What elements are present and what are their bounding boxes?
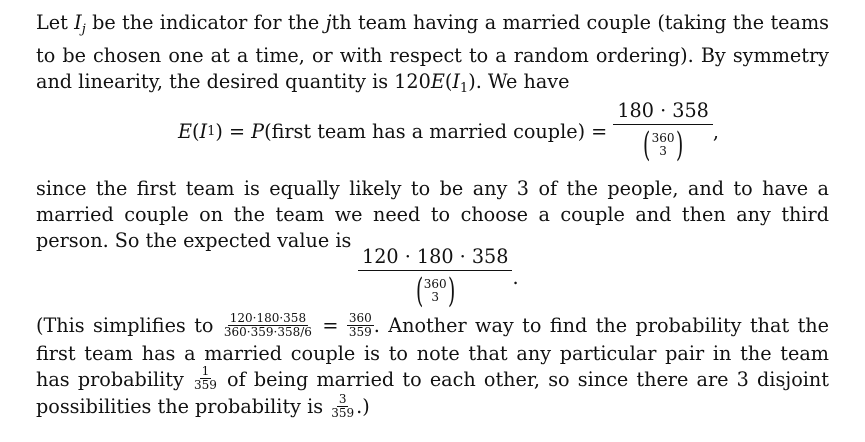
math-variable: E <box>430 70 445 93</box>
math-variable: I <box>74 11 82 34</box>
text-segment: Let <box>36 11 75 34</box>
math-symbol: ( <box>192 119 200 143</box>
paragraph-explanation: since the first team is equally likely t… <box>36 177 829 252</box>
equals-sign: = <box>585 119 614 143</box>
inline-fraction: 1 359 <box>192 365 219 392</box>
fraction-numerator: 180 · 358 <box>613 100 713 125</box>
text-segment: be the indicator for the <box>85 11 326 34</box>
equation-expected-indicator: E(I 1) = P (first team has a married coupl… <box>178 100 719 163</box>
equals-sign: = <box>222 119 252 143</box>
fraction: 120 · 180 · 358 ( 360 3 ) <box>358 246 513 308</box>
paren-left: ( <box>415 271 423 311</box>
math-variable: E <box>178 119 193 143</box>
paren-left: ( <box>643 125 651 165</box>
fraction-denominator: ( 360 3 ) <box>640 125 685 162</box>
binomial-coefficient: ( 360 3 ) <box>640 128 685 162</box>
binom-bottom: 3 <box>659 144 667 158</box>
fraction-denominator: 360·359·358/6 <box>223 324 312 339</box>
fraction-denominator: 359 <box>331 405 355 420</box>
fraction-numerator: 3 <box>336 391 349 407</box>
binom-bottom: 3 <box>431 290 440 304</box>
fraction-numerator: 120 · 180 · 358 <box>358 246 513 271</box>
text-segment: (This simplifies to <box>36 314 222 337</box>
punctuation: . <box>512 265 519 289</box>
punctuation: , <box>712 119 719 143</box>
fraction-numerator: 120·180·358 <box>227 310 309 326</box>
paragraph-intro: Let Ij be the indicator for the jth team… <box>36 10 829 102</box>
fraction-numerator: 1 <box>199 364 212 379</box>
math-variable: I <box>452 70 460 93</box>
paragraph-simplification: (This simplifies to 120·180·358 360·359·3… <box>36 310 829 422</box>
fraction-denominator: 359 <box>348 324 372 339</box>
document-page: Let Ij be the indicator for the jth team… <box>0 0 865 442</box>
equation-expected-value: 120 · 180 · 358 ( 360 3 ) . <box>358 246 519 308</box>
binomial-coefficient: ( 360 3 ) <box>413 274 458 308</box>
paren-right: ) <box>675 125 683 165</box>
math-variable: I <box>199 119 208 143</box>
text-segment: .) <box>356 395 370 418</box>
fraction-numerator: 360 <box>346 310 374 326</box>
probability-event: (first team has a married couple) <box>264 119 586 143</box>
math-variable: P <box>251 119 265 143</box>
fraction: 180 · 358 ( 360 3 ) <box>613 100 713 162</box>
math-subscript: 1 <box>207 123 216 139</box>
math-subscript: 1 <box>459 81 469 96</box>
text-segment: ). We have <box>468 70 570 93</box>
fraction-denominator: ( 360 3 ) <box>413 271 458 308</box>
equals-sign: = <box>313 314 347 337</box>
inline-fraction: 360 359 <box>346 310 374 339</box>
inline-fraction: 3 359 <box>329 391 356 420</box>
inline-fraction: 120·180·358 360·359·358/6 <box>222 310 314 339</box>
fraction-denominator: 359 <box>193 378 217 392</box>
math-symbol: ) <box>215 119 223 143</box>
paren-right: ) <box>447 271 455 311</box>
